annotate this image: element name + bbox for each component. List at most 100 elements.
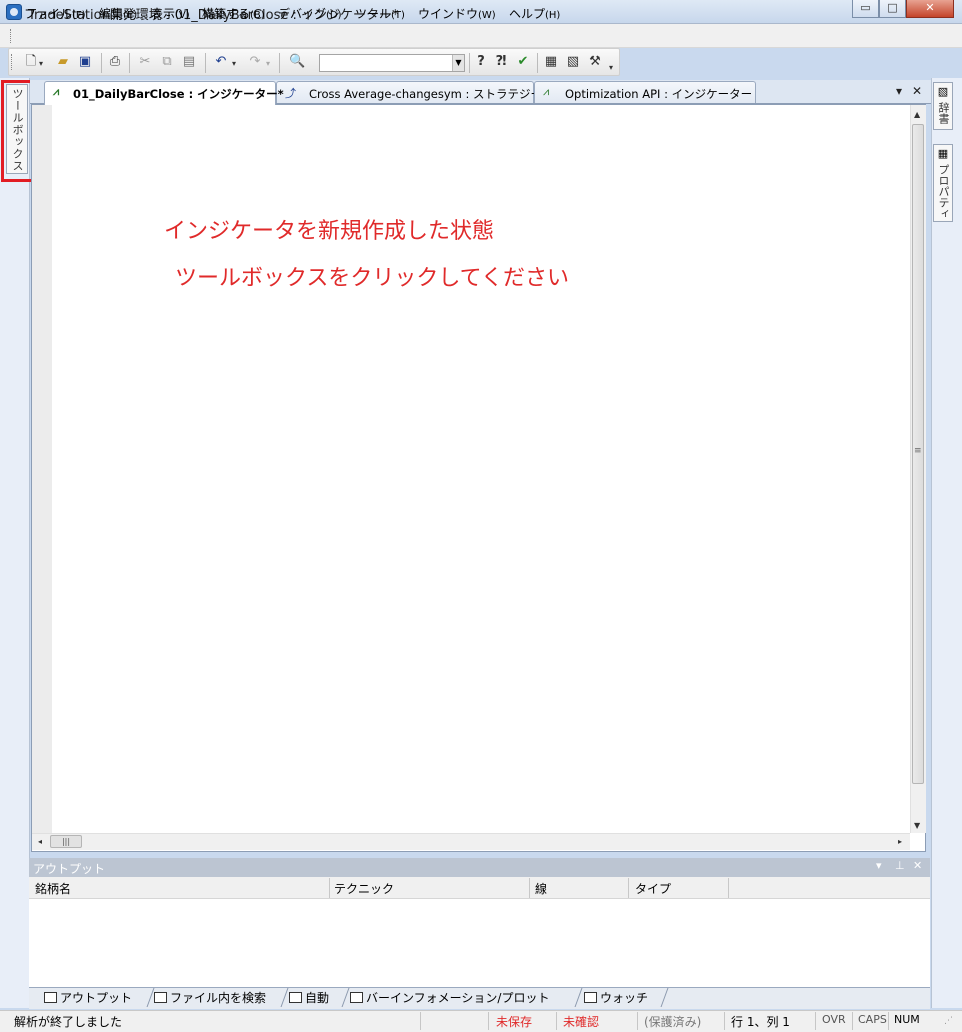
resize-grip-icon[interactable]: ⋰ bbox=[944, 1016, 953, 1026]
tradestation-app-icon[interactable] bbox=[6, 4, 22, 20]
left-dock-strip bbox=[0, 78, 30, 1008]
toolbar-separator bbox=[537, 53, 538, 73]
menu-window[interactable]: ウインドウ(W) bbox=[418, 5, 496, 22]
column-divider[interactable] bbox=[329, 878, 330, 898]
output-panel-titlebar bbox=[29, 858, 930, 877]
status-cursor-position: 行 1、列 1 bbox=[731, 1015, 790, 1029]
column-type[interactable]: タイプ bbox=[635, 880, 671, 897]
column-symbol-name[interactable]: 銘柄名 bbox=[35, 880, 71, 897]
dictionary-icon[interactable]: ▧ bbox=[565, 54, 581, 70]
tab-auto[interactable]: 自動 bbox=[289, 989, 329, 1009]
tab-bar-information-label: バーインフォメーション/プロット bbox=[366, 991, 550, 1005]
tab-dailybarclose[interactable]: ⩘ 01_DailyBarClose : インジケーター* bbox=[44, 81, 284, 105]
horizontal-scrollbar[interactable] bbox=[32, 833, 910, 850]
verify-icon[interactable]: ✔ bbox=[515, 54, 531, 70]
build-tools-icon[interactable]: ⚒ bbox=[587, 54, 603, 70]
close-tab-icon[interactable]: ✕ bbox=[912, 84, 922, 98]
column-divider[interactable] bbox=[728, 878, 729, 898]
tab-cross-average[interactable]: ⤴ Cross Average-changesym : ストラテジー bbox=[276, 81, 542, 103]
scroll-down-arrow[interactable]: ▼ bbox=[914, 821, 920, 830]
column-line[interactable]: 線 bbox=[535, 880, 547, 897]
find-icon[interactable]: 🔍 bbox=[289, 54, 305, 70]
undo-dropdown-arrow[interactable]: ▾ bbox=[232, 59, 236, 68]
column-divider[interactable] bbox=[628, 878, 629, 898]
status-divider bbox=[488, 1012, 489, 1030]
redo-icon[interactable]: ↷ bbox=[247, 54, 263, 70]
tab-dailybarclose-label: 01_DailyBarClose : インジケーター* bbox=[73, 87, 284, 101]
column-technique[interactable]: テクニック bbox=[334, 880, 394, 897]
maximize-button[interactable]: □ bbox=[879, 0, 906, 18]
output-pin-icon[interactable]: ⊥ bbox=[895, 859, 905, 872]
cut-icon[interactable]: ✂ bbox=[137, 54, 153, 70]
output-list-body[interactable] bbox=[29, 899, 930, 987]
annotation-line-1: インジケータを新規作成した状態 bbox=[164, 219, 495, 244]
dictionary-tab-label[interactable]: 辞書 bbox=[935, 102, 951, 124]
close-window-button[interactable]: ✕ bbox=[906, 0, 954, 18]
print-icon[interactable]: ⎙ bbox=[107, 54, 123, 70]
properties-icon[interactable]: ▦ bbox=[543, 54, 559, 70]
minimize-button[interactable]: ▭ bbox=[852, 0, 879, 18]
toolbar-overflow-arrow[interactable]: ▾ bbox=[609, 63, 613, 72]
status-message: 解析が終了しました bbox=[14, 1015, 123, 1029]
tab-bar-information[interactable]: バーインフォメーション/プロット bbox=[350, 989, 549, 1009]
new-dropdown-arrow[interactable]: ▾ bbox=[39, 59, 43, 68]
symbol-combo-box[interactable]: ▼ bbox=[319, 54, 465, 72]
standard-toolbar: 🗋 ▾ ▰ ▣ ⎙ ✂ ⧉ ▤ ↶ ▾ ↷ ▾ 🔍 ▼ ? ⁈ ✔ ▦ ▧ ⚒ … bbox=[8, 48, 620, 76]
properties-tab-label[interactable]: プロパティ bbox=[935, 164, 951, 219]
status-ovr: OVR bbox=[822, 1013, 846, 1026]
toolbar-separator bbox=[129, 53, 130, 73]
toolbar-separator bbox=[279, 53, 280, 73]
output-close-icon[interactable]: ✕ bbox=[913, 859, 922, 872]
tab-find-in-files[interactable]: ファイル内を検索 bbox=[154, 989, 266, 1009]
paste-icon[interactable]: ▤ bbox=[181, 54, 197, 70]
tab-optimization-api[interactable]: ⩘ Optimization API : インジケーター bbox=[534, 81, 756, 103]
menu-file[interactable]: ファイル(F) bbox=[24, 5, 86, 22]
find-in-files-icon bbox=[154, 992, 167, 1003]
status-protected: (保護済み) bbox=[644, 1015, 702, 1029]
undo-icon[interactable]: ↶ bbox=[213, 54, 229, 70]
status-divider bbox=[420, 1012, 421, 1030]
scroll-up-arrow[interactable]: ▲ bbox=[914, 110, 920, 119]
copy-icon[interactable]: ⧉ bbox=[159, 54, 175, 70]
menu-tools[interactable]: ツール(T) bbox=[355, 5, 405, 22]
context-help-icon[interactable]: ⁈ bbox=[493, 54, 509, 70]
close-icon: ✕ bbox=[925, 1, 935, 14]
menu-build[interactable]: 構築する(B) bbox=[202, 5, 265, 22]
tab-list-dropdown-icon[interactable]: ▾ bbox=[896, 84, 902, 98]
status-divider bbox=[724, 1012, 725, 1030]
strategy-icon: ⤴ bbox=[285, 87, 296, 100]
column-divider[interactable] bbox=[529, 878, 530, 898]
bar-information-tab-icon bbox=[350, 992, 363, 1003]
menu-edit[interactable]: 編集(E) bbox=[99, 5, 137, 22]
help-icon[interactable]: ? bbox=[473, 54, 489, 70]
menu-debug[interactable]: デバッグ(D) bbox=[278, 5, 342, 22]
combo-dropdown-arrow[interactable]: ▼ bbox=[452, 55, 464, 71]
properties-tab-icon: ▦ bbox=[937, 147, 949, 160]
auto-tab-icon bbox=[289, 992, 302, 1003]
scroll-left-arrow[interactable]: ◂ bbox=[38, 837, 42, 846]
menu-help[interactable]: ヘルプ(H) bbox=[509, 5, 560, 22]
tab-output[interactable]: アウトプット bbox=[44, 989, 132, 1009]
output-menu-icon[interactable]: ▾ bbox=[876, 859, 882, 872]
menu-bar bbox=[0, 24, 962, 48]
output-tab-icon bbox=[44, 992, 57, 1003]
tab-watch[interactable]: ウォッチ bbox=[584, 989, 648, 1009]
menu-view[interactable]: 表示(V) bbox=[151, 5, 190, 22]
status-unverified: 未確認 bbox=[563, 1015, 600, 1029]
toolbar-separator bbox=[101, 53, 102, 73]
tab-auto-label: 自動 bbox=[305, 991, 330, 1005]
scroll-right-arrow[interactable]: ▸ bbox=[898, 837, 902, 846]
toolbar-separator bbox=[205, 53, 206, 73]
redo-dropdown-arrow[interactable]: ▾ bbox=[266, 59, 270, 68]
tab-watch-label: ウォッチ bbox=[600, 991, 649, 1005]
editor-gutter bbox=[32, 105, 52, 833]
horizontal-scroll-thumb[interactable]: ||| bbox=[50, 835, 82, 848]
open-folder-icon[interactable]: ▰ bbox=[55, 54, 71, 70]
minimize-icon: ▭ bbox=[860, 1, 871, 14]
output-panel-title: アウトプット bbox=[33, 862, 106, 876]
save-icon[interactable]: ▣ bbox=[77, 54, 93, 70]
menu-grip[interactable] bbox=[10, 29, 12, 43]
toolbar-grip[interactable] bbox=[11, 54, 13, 70]
new-file-icon[interactable]: 🗋 bbox=[23, 54, 39, 70]
status-divider bbox=[556, 1012, 557, 1030]
